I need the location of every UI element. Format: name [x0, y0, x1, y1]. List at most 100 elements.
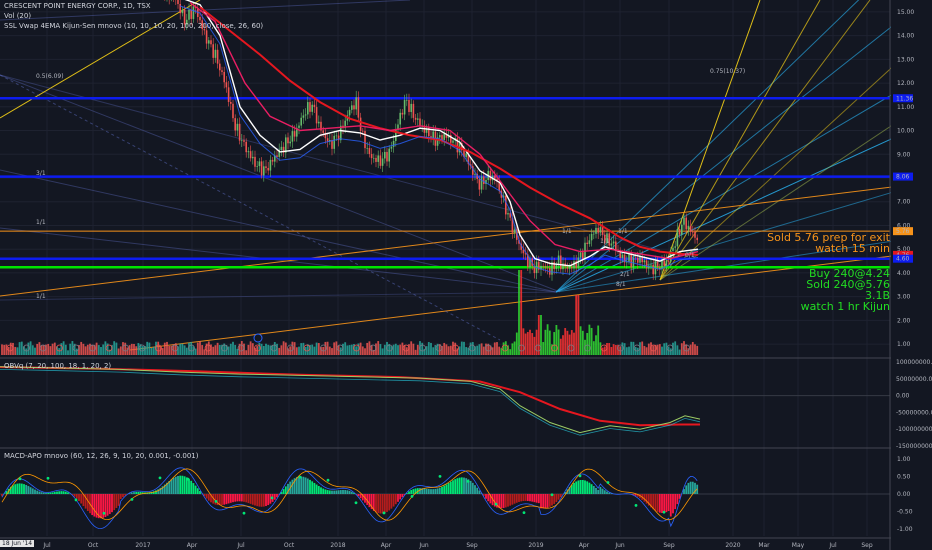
macd-cross-dot: [298, 475, 302, 479]
time-axis[interactable]: Jul Oct 2017 Apr Jul Oct 2018 Apr Jun Sep 2019 Apr J…: [42, 542, 872, 549]
candle-body: [452, 140, 454, 143]
volume-bar: [280, 345, 283, 355]
macd-bar: [111, 494, 113, 513]
volume-bar: [377, 341, 380, 355]
macd-bar: [284, 486, 287, 494]
volume-bar: [1, 344, 3, 355]
macd-bar: [515, 494, 518, 503]
macd-bar: [218, 494, 221, 506]
chart-canvas[interactable]: 0.75(10.37) 0.5(6.09) 3/1 1/1 1/1 1/1 1/1 0/1 2/…: [0, 0, 932, 550]
macd-bar: [665, 494, 668, 513]
candle-body: [667, 260, 670, 262]
price-tick-label: 3.00: [897, 294, 911, 301]
volume-bar: [291, 341, 294, 355]
fib-label: 0/1: [685, 252, 695, 259]
fan-line-10: [0, 291, 557, 301]
macd-bar: [520, 494, 523, 502]
macd-bar: [170, 479, 173, 494]
candle-body: [474, 173, 476, 175]
price-axis[interactable]: 1.002.003.004.005.006.007.008.009.0010.0…: [891, 0, 932, 550]
macd-bar: [320, 487, 322, 494]
candle-body: [542, 265, 544, 267]
fib-label: 1/1: [562, 228, 572, 235]
volume-bar: [194, 348, 197, 355]
macd-cross-dot: [74, 498, 78, 502]
volume-bar: [399, 344, 402, 355]
macd-cross-dot: [382, 511, 386, 515]
candle-body: [494, 175, 496, 179]
macd-bar: [599, 486, 602, 494]
macd-bar: [526, 494, 529, 501]
volume-bar: [394, 343, 397, 355]
volume-bar: [537, 315, 540, 355]
macd-cross-dot: [494, 502, 498, 506]
candle-body: [258, 161, 261, 167]
volume-bar: [520, 270, 523, 355]
candle-body: [322, 130, 324, 133]
candle-body: [265, 166, 267, 168]
volume-bar: [425, 346, 428, 355]
macd-bar: [502, 494, 505, 508]
macd-bar: [12, 485, 14, 494]
macd-cross-dot: [578, 474, 582, 478]
macd-bar: [335, 490, 338, 494]
volume-bar: [614, 344, 617, 355]
candle-body: [366, 148, 368, 149]
volume-bar: [359, 342, 362, 355]
macd-bar: [452, 480, 454, 494]
candle-body: [628, 254, 630, 262]
volume-bar: [333, 342, 336, 355]
candle-body: [381, 158, 384, 166]
volume-bar: [148, 342, 151, 355]
macd-bar: [47, 492, 50, 494]
macd-cross-dot: [214, 499, 218, 503]
macd-bar: [258, 494, 261, 507]
candle-body: [230, 101, 232, 104]
macd-bar: [135, 491, 138, 494]
macd-bar: [179, 475, 182, 494]
volume-bar: [526, 332, 529, 355]
obv-tick-label: 100000000.00: [896, 359, 932, 366]
macd-bar: [328, 490, 331, 494]
volume-bar: [119, 346, 122, 355]
candle-body: [304, 114, 307, 116]
volume-bar: [628, 346, 630, 355]
macd-bar: [383, 494, 386, 513]
macd-bar: [548, 494, 551, 507]
macd-bar: [540, 494, 542, 509]
macd-bar: [652, 494, 655, 510]
annotation-watch-15: watch 15 min: [815, 242, 890, 255]
volume-bar: [326, 341, 329, 355]
fan-line-11: [659, 0, 761, 281]
macd-bar: [436, 488, 439, 494]
volume-bar: [69, 343, 72, 355]
candle-body: [513, 229, 516, 233]
macd-bar: [432, 489, 435, 494]
candle-body: [252, 156, 254, 159]
volume-bar: [16, 347, 19, 355]
fib-labels: 0.75(10.37) 0.5(6.09) 3/1 1/1 1/1 1/1 1/1 0/1 2/…: [36, 68, 745, 300]
candle-body: [205, 30, 208, 44]
macd-bar: [691, 481, 694, 494]
volume-bar: [183, 345, 186, 355]
macd-bar: [643, 494, 646, 502]
macd-tick-label: 0.50: [897, 474, 911, 481]
macd-bar: [504, 494, 507, 508]
volume-bar: [49, 346, 52, 355]
annotation-kijun: watch 1 hr Kijun: [800, 300, 890, 313]
volume-bar: [86, 344, 89, 355]
volume-bar: [656, 344, 659, 355]
macd-bar: [434, 488, 437, 494]
candle-body: [593, 233, 595, 235]
macd-bar: [188, 478, 190, 494]
volume-bar: [430, 342, 432, 355]
candle-body: [597, 227, 599, 233]
volume-bar: [306, 344, 309, 355]
time-tick-label: Jul: [828, 542, 837, 549]
candle-body: [678, 228, 681, 235]
volume-bar: [278, 347, 281, 355]
candle-body: [634, 257, 637, 259]
volume-bar: [62, 341, 65, 355]
macd-bar: [390, 494, 393, 509]
macd-bar: [676, 494, 679, 505]
